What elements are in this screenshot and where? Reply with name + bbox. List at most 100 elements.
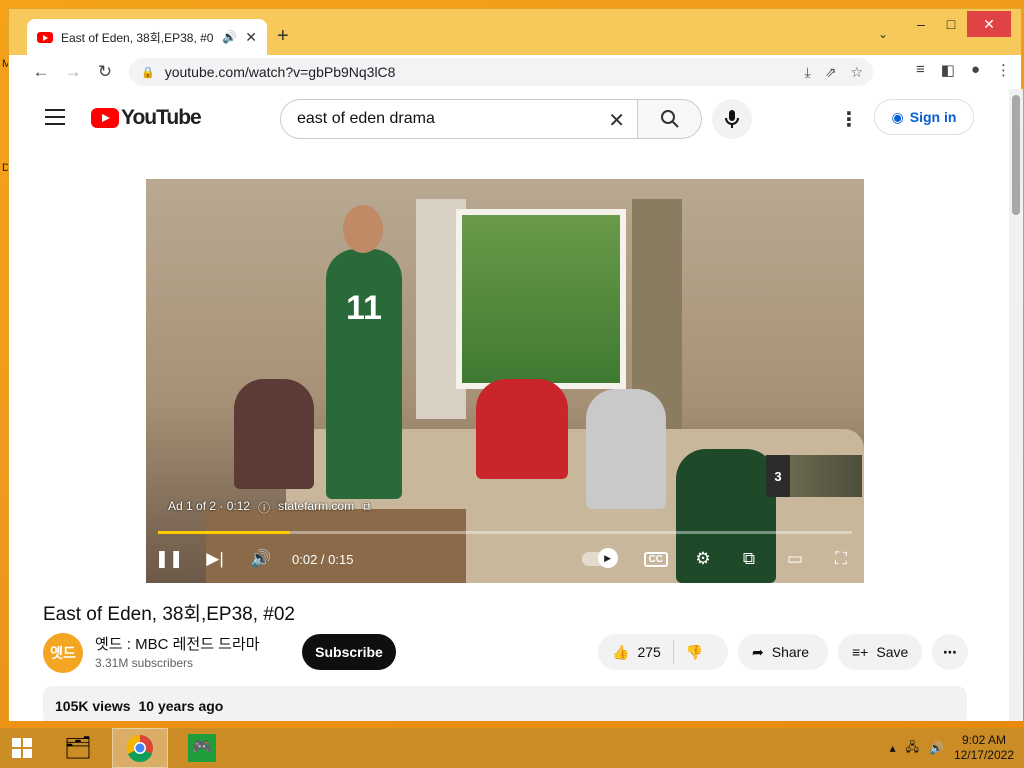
maximize-button[interactable]: □ — [931, 11, 971, 37]
video-scene-person — [476, 379, 568, 479]
forward-arrow-icon[interactable]: → — [57, 62, 89, 82]
channel-name[interactable]: 옛드 : MBC 레전드 드라마 — [95, 633, 260, 654]
hamburger-menu-icon[interactable] — [45, 109, 65, 130]
file-explorer-taskbar-button[interactable]: 🗂 — [50, 728, 106, 768]
chrome-taskbar-button[interactable] — [112, 728, 168, 768]
search-button[interactable] — [638, 99, 702, 139]
taskbar-clock[interactable]: 9:02 AM 12/17/2022 — [954, 733, 1014, 763]
url-text: youtube.com/watch?v=gbPb9Nq3lC8 — [164, 64, 396, 80]
video-title: East of Eden, 38회,EP38, #02 — [43, 604, 295, 625]
lock-icon[interactable]: 🔒 — [141, 66, 155, 79]
taskbar: 🗂 🎮 ▴ 🖧 🔊 9:02 AM 12/17/2022 — [0, 728, 1024, 768]
sign-in-button[interactable]: ◉ Sign in — [874, 99, 974, 135]
subscriber-count: 3.31M subscribers — [95, 656, 194, 670]
video-scene-person — [326, 249, 402, 499]
bookmark-star-icon[interactable]: ☆ — [850, 64, 863, 81]
gamepad-icon: 🎮 — [188, 734, 216, 762]
youtube-page: YouTube east of eden drama ✕ ⋮ ◉ Sign in — [9, 89, 1023, 721]
scrollbar-thumb[interactable] — [1012, 95, 1020, 215]
close-tab-icon[interactable]: ✕ — [245, 29, 257, 46]
more-horizontal-icon: ⋯ — [943, 643, 957, 660]
share-button[interactable]: ➦ Share — [738, 634, 828, 670]
progress-fill — [158, 531, 290, 534]
chevron-up-icon[interactable]: ▴ — [890, 741, 896, 755]
start-button[interactable] — [0, 728, 44, 768]
next-icon[interactable]: ▶| — [192, 549, 238, 569]
thumbs-up-icon[interactable]: 👍 — [612, 644, 629, 661]
captions-icon[interactable]: CC — [643, 551, 668, 567]
external-link-icon[interactable]: ⧉ — [362, 499, 371, 516]
youtube-favicon-icon — [37, 31, 53, 43]
windows-logo-icon — [12, 738, 32, 758]
search-input[interactable]: east of eden drama ✕ — [280, 99, 638, 139]
chrome-icon — [126, 734, 153, 762]
pause-icon[interactable]: ❚❚ — [146, 549, 192, 569]
reload-icon[interactable]: ↻ — [89, 62, 121, 82]
progress-bar[interactable] — [158, 531, 852, 534]
media-control-icon[interactable]: ≡ — [916, 61, 925, 79]
time-display: 0:02 / 0:15 — [292, 551, 354, 567]
ad-thumbnail — [790, 455, 862, 497]
tab-strip: East of Eden, 38회,EP38, #02 🔊 ✕ + ⌄ – □ … — [9, 9, 1021, 55]
side-panel-icon[interactable]: ◧ — [941, 61, 955, 79]
search-query-text: east of eden drama — [297, 110, 435, 127]
save-button[interactable]: ≡+ Save — [838, 634, 922, 670]
volume-icon[interactable]: 🔊 — [238, 549, 284, 569]
autoplay-toggle[interactable] — [581, 548, 618, 568]
browser-menu-icon[interactable]: ⋮ — [996, 61, 1011, 79]
microphone-icon — [725, 110, 739, 128]
close-window-button[interactable]: ✕ — [967, 11, 1011, 37]
system-tray: ▴ 🖧 🔊 9:02 AM 12/17/2022 — [890, 733, 1024, 763]
ad-domain-link[interactable]: statefarm.com — [278, 499, 354, 516]
ad-info: Ad 1 of 2 · 0:12 ⓘ statefarm.com ⧉ — [168, 499, 371, 516]
youtube-logo[interactable]: YouTube — [91, 106, 202, 130]
ad-skip-preview[interactable]: 3 — [766, 455, 862, 497]
share-icon[interactable]: ⇗ — [825, 64, 837, 81]
view-count: 105K views — [55, 698, 131, 714]
voice-search-button[interactable] — [712, 99, 752, 139]
speaker-icon[interactable]: 🔊 — [222, 30, 237, 44]
search-icon — [660, 110, 679, 128]
miniplayer-icon[interactable]: ⧉ — [726, 549, 772, 569]
fullscreen-icon[interactable]: ⛶ — [818, 549, 864, 569]
theater-mode-icon[interactable]: ▭ — [772, 549, 818, 569]
channel-avatar[interactable]: 옛드 — [43, 633, 83, 673]
playlist-add-icon: ≡+ — [852, 644, 869, 660]
player-controls: ❚❚ ▶| 🔊 0:02 / 0:15 CC ⚙ ⧉ ▭ ⛶ — [146, 541, 864, 577]
account-circle-icon: ◉ — [891, 108, 904, 125]
browser-tab-active[interactable]: East of Eden, 38회,EP38, #02 🔊 ✕ — [27, 19, 267, 55]
settings-gear-icon[interactable]: ⚙ — [680, 549, 726, 569]
youtube-play-icon — [91, 108, 119, 128]
clock-time: 9:02 AM — [961, 733, 1006, 747]
back-arrow-icon[interactable]: ← — [25, 62, 57, 82]
volume-icon[interactable]: 🔊 — [929, 741, 944, 755]
tab-title: East of Eden, 38회,EP38, #02 — [61, 30, 215, 45]
video-scene-person — [586, 389, 666, 509]
network-icon[interactable]: 🖧 — [906, 738, 919, 759]
subscribe-button[interactable]: Subscribe — [302, 634, 396, 670]
new-tab-button[interactable]: + — [277, 25, 289, 48]
video-scene-person-head — [343, 205, 383, 253]
youtube-masthead: YouTube east of eden drama ✕ ⋮ ◉ Sign in — [9, 89, 1009, 145]
divider — [672, 640, 674, 664]
more-actions-button[interactable]: ⋯ — [932, 634, 968, 670]
description-box[interactable]: 105K views 10 years ago — [43, 686, 967, 721]
like-dislike-group: 👍 275 👎 — [598, 634, 728, 670]
address-bar[interactable]: 🔒 youtube.com/watch?v=gbPb9Nq3lC8 ⤓ ⇗ ☆ — [129, 58, 873, 86]
info-icon[interactable]: ⓘ — [258, 499, 270, 516]
video-scene-person — [234, 379, 314, 489]
page-scrollbar[interactable] — [1009, 89, 1023, 721]
settings-menu-icon[interactable]: ⋮ — [839, 107, 859, 132]
clear-search-icon[interactable]: ✕ — [608, 108, 625, 133]
like-count[interactable]: 275 — [637, 644, 660, 660]
clock-date: 12/17/2022 — [953, 748, 1014, 762]
game-app-taskbar-button[interactable]: 🎮 — [174, 728, 230, 768]
chevron-down-icon[interactable]: ⌄ — [878, 27, 888, 41]
ad-label: Ad 1 of 2 · 0:12 — [168, 499, 251, 513]
profile-icon[interactable]: ● — [971, 61, 980, 79]
upload-age: 10 years ago — [138, 698, 224, 714]
install-icon[interactable]: ⤓ — [805, 64, 811, 81]
video-scene-window — [456, 209, 626, 389]
video-player[interactable]: 11 Ad 1 of 2 · 0:12 ⓘ statefarm.com ⧉ 3 … — [146, 179, 864, 583]
thumbs-down-icon[interactable]: 👎 — [686, 644, 703, 661]
